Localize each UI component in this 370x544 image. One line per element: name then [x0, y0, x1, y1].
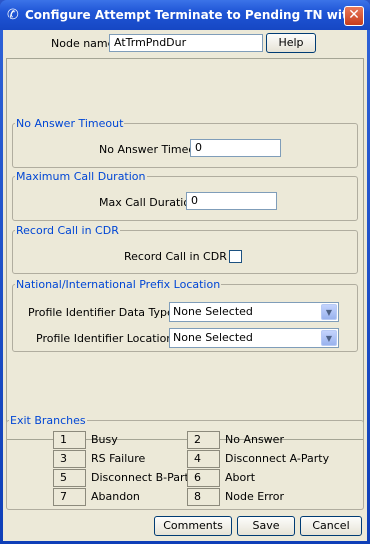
exit-branch-label: Abort — [225, 471, 256, 484]
record-cdr-checkbox[interactable] — [229, 250, 242, 263]
exit-branch-label: Disconnect B-Party — [91, 471, 196, 484]
group-title-max-call: Maximum Call Duration — [15, 170, 147, 183]
cancel-button[interactable]: Cancel — [300, 516, 362, 536]
record-cdr-label: Record Call in CDR — [124, 250, 227, 263]
no-answer-timeout-input[interactable]: 0 — [190, 139, 281, 157]
exit-branch-label: Node Error — [225, 490, 285, 503]
exit-branch-number: 4 — [187, 450, 220, 468]
no-answer-timeout-group: No Answer Timeout No Answer Timeout 0 — [12, 117, 358, 168]
exit-branch-label: Busy — [91, 433, 118, 446]
phone-handset-icon: ✆ — [7, 7, 19, 23]
group-title-prefix: National/International Prefix Location — [15, 278, 222, 291]
exit-branch-label: Abandon — [91, 490, 140, 503]
help-button[interactable]: Help — [266, 33, 316, 53]
max-call-duration-label[interactable]: Max Call Duration — [99, 196, 197, 209]
exit-branch-number: 5 — [53, 469, 86, 487]
profile-location-value: None Selected — [173, 331, 253, 344]
node-name-label: Node name — [51, 37, 115, 50]
exit-branch-number: 2 — [187, 431, 220, 449]
exit-branches-group: Exit Branches 1 Busy 2 No Answer 3 RS Fa… — [6, 414, 364, 510]
chevron-down-icon[interactable]: ▼ — [321, 304, 337, 320]
record-cdr-group: Record Call in CDR Record Call in CDR — [12, 224, 358, 274]
group-title-exit-branches: Exit Branches — [9, 414, 87, 427]
max-call-duration-input[interactable]: 0 — [186, 192, 277, 210]
exit-branch-number: 3 — [53, 450, 86, 468]
node-name-input[interactable]: AtTrmPndDur — [109, 34, 263, 52]
exit-branch-number: 6 — [187, 469, 220, 487]
title-bar[interactable]: ✆ Configure Attempt Terminate to Pending… — [0, 0, 370, 30]
group-title-no-answer: No Answer Timeout — [15, 117, 125, 130]
button-bar: Comments Save Cancel — [3, 511, 367, 541]
exit-branch-number: 1 — [53, 431, 86, 449]
group-title-record-cdr: Record Call in CDR — [15, 224, 120, 237]
exit-branch-label: Disconnect A-Party — [225, 452, 330, 465]
prefix-location-group: National/International Prefix Location P… — [12, 278, 358, 352]
dialog-body: Node name AtTrmPndDur Help No Answer Tim… — [3, 30, 367, 541]
max-call-duration-group: Maximum Call Duration Max Call Duration … — [12, 170, 358, 221]
profile-data-type-value: None Selected — [173, 305, 253, 318]
exit-branch-number: 8 — [187, 488, 220, 506]
comments-button[interactable]: Comments — [154, 516, 232, 536]
profile-location-label: Profile Identifier Location — [36, 332, 174, 345]
exit-branch-label: RS Failure — [91, 452, 146, 465]
exit-branch-label: No Answer — [225, 433, 284, 446]
chevron-down-icon[interactable]: ▼ — [321, 330, 337, 346]
config-panel: No Answer Timeout No Answer Timeout 0 Ma… — [6, 58, 364, 440]
profile-location-select[interactable]: None Selected ▼ — [169, 328, 339, 348]
profile-data-type-label: Profile Identifier Data Type — [28, 306, 174, 319]
close-button[interactable]: ✕ — [344, 6, 364, 26]
profile-data-type-select[interactable]: None Selected ▼ — [169, 302, 339, 322]
save-button[interactable]: Save — [237, 516, 295, 536]
window-title: Configure Attempt Terminate to Pending T… — [25, 8, 362, 22]
dialog-window: ✆ Configure Attempt Terminate to Pending… — [0, 0, 370, 544]
exit-branch-number: 7 — [53, 488, 86, 506]
